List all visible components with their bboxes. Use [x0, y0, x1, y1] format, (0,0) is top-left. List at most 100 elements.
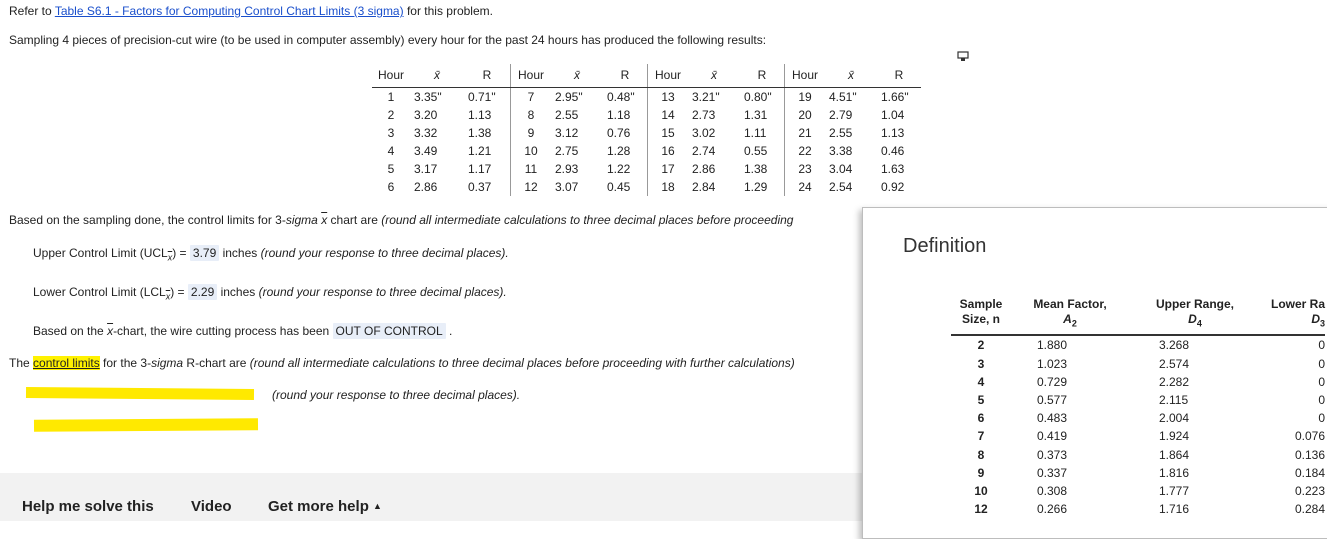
header-xbar: x̄ — [551, 64, 603, 88]
upper-range-cell: 1.777 — [1159, 483, 1190, 498]
help-me-solve-button[interactable]: Help me solve this — [22, 498, 154, 515]
get-more-help-button[interactable]: Get more help ▲ — [268, 498, 382, 515]
header-xbar: x̄ — [410, 64, 464, 88]
hour-cell: 19 — [784, 87, 825, 106]
video-button[interactable]: Video — [191, 498, 232, 515]
upper-range-cell: 1.864 — [1159, 447, 1190, 462]
table-row: 5 0.577 2.115 0 — [951, 391, 1325, 409]
r-round-note: (round your response to three decimal pl… — [272, 388, 521, 402]
table-row: 6 2.86 0.37 12 3.07 0.45 18 2.84 1.29 24 2.54 0.92 — [372, 178, 921, 196]
mean-factor-cell: 0.577 — [1037, 393, 1068, 408]
header-xbar: x̄ — [688, 64, 740, 88]
range-cell: 1.22 — [607, 162, 631, 176]
hour-cell: 6 — [387, 180, 395, 194]
xbar-cell: 2.75 — [555, 144, 579, 158]
range-cell: 0.92 — [881, 180, 905, 194]
xbar-cell: 2.73 — [692, 108, 716, 122]
upper-range-cell: 2.282 — [1159, 374, 1190, 389]
header-range: R — [603, 64, 648, 88]
range-cell: 1.63 — [881, 162, 905, 176]
highlighted-term[interactable]: control limits — [33, 356, 100, 370]
range-cell: 1.38 — [744, 162, 768, 176]
header-hour: Hour — [372, 64, 410, 88]
hour-cell: 11 — [510, 160, 551, 178]
sample-size-cell: 3 — [977, 356, 985, 371]
mean-factor-cell: 0.483 — [1037, 411, 1068, 426]
hour-cell: 13 — [647, 87, 688, 106]
intro-line: Refer to Table S6.1 - Factors for Comput… — [9, 4, 493, 18]
table-row: 4 0.729 2.282 0 — [951, 373, 1325, 391]
xbar-cell: 3.07 — [555, 180, 579, 194]
hour-cell: 23 — [784, 160, 825, 178]
header-range: R — [877, 64, 921, 88]
lower-range-cell: 0 — [1318, 374, 1325, 389]
factors-table: Sample Size, n Mean Factor, A2 Upper Range… — [951, 297, 1325, 518]
hour-cell: 10 — [510, 142, 551, 160]
table-row: 4 3.49 1.21 10 2.75 1.28 16 2.74 0.55 22 3.38 0.46 — [372, 142, 921, 160]
upper-range-cell: 1.716 — [1159, 502, 1190, 517]
range-cell: 1.28 — [607, 144, 631, 158]
xbar-cell: 3.35" — [414, 90, 442, 104]
intro-prefix: Refer to — [9, 4, 55, 18]
lower-range-cell: 0 — [1318, 411, 1325, 426]
xbar-cell: 2.86 — [692, 162, 716, 176]
problem-statement: Sampling 4 pieces of precision-cut wire … — [9, 33, 767, 47]
range-cell: 1.04 — [881, 108, 905, 122]
hour-cell: 4 — [387, 144, 395, 158]
table-row: 5 3.17 1.17 11 2.93 1.22 17 2.86 1.38 23 3.04 1.63 — [372, 160, 921, 178]
range-cell: 1.66" — [881, 90, 909, 104]
xbar-cell: 2.54 — [829, 180, 853, 194]
sample-size-cell: 7 — [977, 429, 985, 444]
factors-table-link[interactable]: Table S6.1 - Factors for Computing Contr… — [55, 4, 404, 18]
ucl-line: Upper Control Limit (UCLx) = 3.79 inches… — [33, 245, 509, 263]
hour-cell: 17 — [647, 160, 688, 178]
table-row: 2 1.880 3.268 0 — [951, 335, 1325, 354]
sample-size-cell: 9 — [977, 465, 985, 480]
range-cell: 1.11 — [744, 126, 767, 140]
xbar-cell: 2.95" — [555, 90, 583, 104]
lower-range-cell: 0 — [1318, 356, 1325, 371]
range-cell: 1.13 — [468, 108, 492, 122]
table-row: 3 1.023 2.574 0 — [951, 355, 1325, 373]
hour-cell: 18 — [647, 178, 688, 196]
caret-up-icon: ▲ — [373, 501, 382, 511]
lcl-answer[interactable]: 2.29 — [187, 284, 218, 300]
col-lower: Lower Ra D3 — [1261, 297, 1325, 337]
range-cell: 0.37 — [468, 180, 492, 194]
table-row: 6 0.483 2.004 0 — [951, 409, 1325, 427]
xbar-cell: 3.17 — [414, 162, 438, 176]
header-hour: Hour — [510, 64, 551, 88]
lower-range-cell: 0 — [1318, 393, 1325, 408]
range-cell: 1.38 — [468, 126, 492, 140]
range-cell: 0.48" — [607, 90, 635, 104]
range-cell: 1.29 — [744, 180, 768, 194]
popout-icon[interactable] — [957, 51, 970, 62]
sample-size-cell: 6 — [977, 411, 985, 426]
mean-factor-cell: 1.023 — [1037, 356, 1068, 371]
redaction-mark-1 — [25, 387, 255, 400]
process-answer[interactable]: OUT OF CONTROL — [332, 323, 446, 339]
xbar-cell: 2.86 — [414, 180, 438, 194]
definition-title: Definition — [903, 235, 987, 257]
table-row: 1 3.35" 0.71" 7 2.95" 0.48" 13 3.21" 0.80" 19 4.51… — [372, 87, 921, 106]
lower-range-cell: 0.284 — [1294, 502, 1325, 517]
table-row: 12 0.266 1.716 0.284 — [951, 500, 1325, 518]
range-cell: 0.45 — [607, 180, 631, 194]
hour-cell: 20 — [784, 106, 825, 124]
ucl-answer[interactable]: 3.79 — [189, 245, 220, 261]
mean-factor-cell: 1.880 — [1037, 338, 1068, 353]
xbar-cell: 3.20 — [414, 108, 438, 122]
table-row: 7 0.419 1.924 0.076 — [951, 427, 1325, 445]
mean-factor-cell: 0.266 — [1037, 502, 1068, 517]
header-xbar: x̄ — [825, 64, 877, 88]
range-cell: 1.17 — [468, 162, 492, 176]
range-cell: 0.71" — [468, 90, 496, 104]
col-upper: Upper Range, D4 — [1129, 297, 1261, 337]
range-cell: 0.76 — [607, 126, 631, 140]
xbar-cell: 2.55 — [829, 126, 853, 140]
range-cell: 1.13 — [881, 126, 905, 140]
table-row: 8 0.373 1.864 0.136 — [951, 446, 1325, 464]
xbar-cell: 3.38 — [829, 144, 853, 158]
upper-range-cell: 1.816 — [1159, 465, 1190, 480]
hour-cell: 5 — [387, 162, 395, 176]
